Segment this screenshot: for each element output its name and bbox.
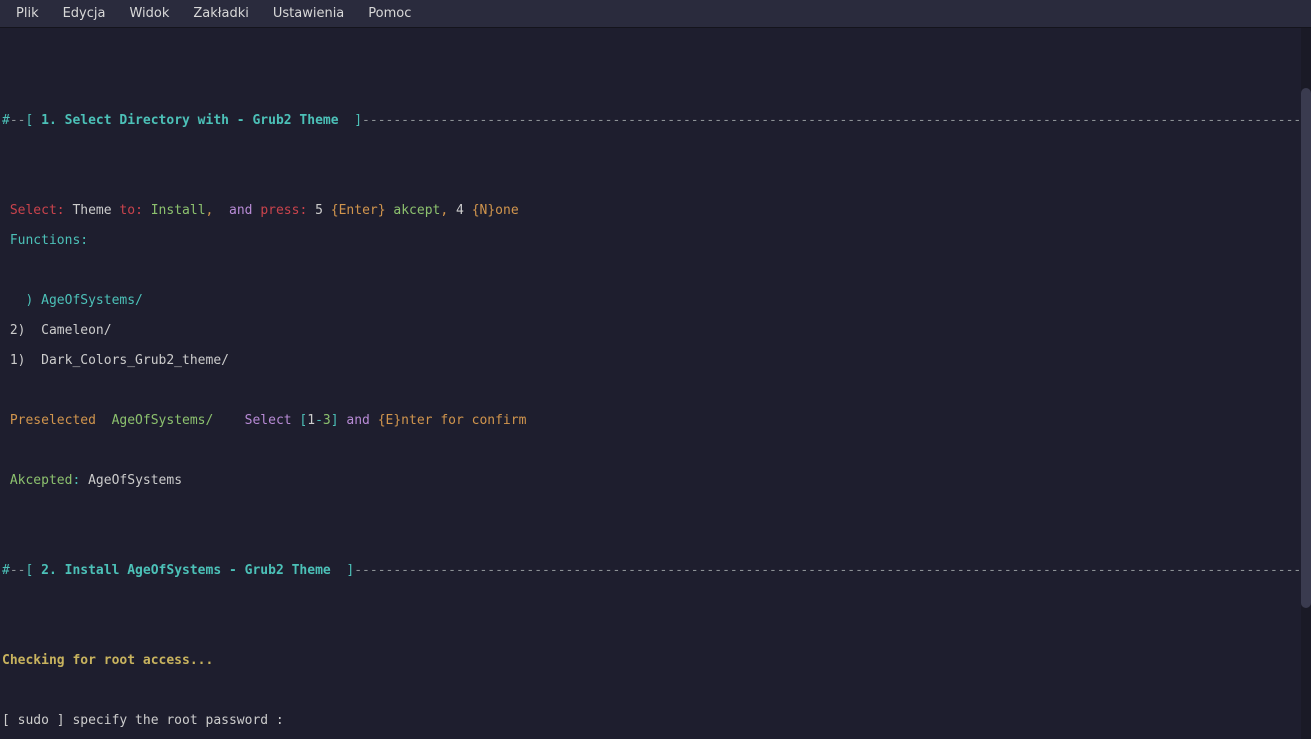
- menu-settings[interactable]: Ustawienia: [261, 6, 356, 21]
- option-1: ) AgeOfSystems/: [2, 293, 1309, 308]
- section-header-2: #--[ 2. Install AgeOfSystems - Grub2 The…: [2, 563, 1309, 578]
- terminal-output[interactable]: #--[ 1. Select Directory with - Grub2 Th…: [0, 28, 1311, 739]
- scrollbar[interactable]: [1301, 28, 1311, 739]
- menu-view[interactable]: Widok: [117, 6, 181, 21]
- menu-file[interactable]: Plik: [4, 6, 51, 21]
- checking-root-1: Checking for root access...: [2, 653, 1309, 668]
- sudo-prompt-1: [ sudo ] specify the root password :: [2, 713, 1309, 728]
- option-2: 2) Cameleon/: [2, 323, 1309, 338]
- menu-bookmarks[interactable]: Zakładki: [181, 6, 260, 21]
- functions-label: Functions:: [2, 233, 1309, 248]
- menu-bar: Plik Edycja Widok Zakładki Ustawienia Po…: [0, 0, 1311, 28]
- prompt-line: Select: Theme to: Install, and press: 5 …: [2, 203, 1309, 218]
- accepted-line: Akcepted: AgeOfSystems: [2, 473, 1309, 488]
- option-3: 1) Dark_Colors_Grub2_theme/: [2, 353, 1309, 368]
- scrollbar-thumb[interactable]: [1301, 88, 1311, 608]
- menu-edit[interactable]: Edycja: [51, 6, 118, 21]
- section-header-1: #--[ 1. Select Directory with - Grub2 Th…: [2, 113, 1309, 128]
- menu-help[interactable]: Pomoc: [356, 6, 423, 21]
- preselected-line: Preselected AgeOfSystems/ Select [1-3] a…: [2, 413, 1309, 428]
